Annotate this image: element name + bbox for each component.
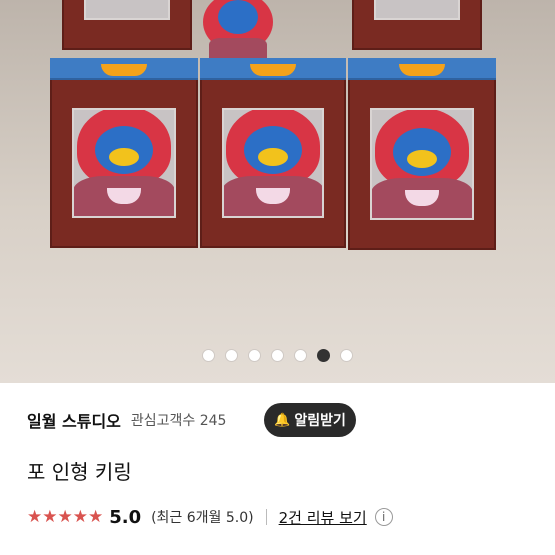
notify-label: 알림받기 bbox=[294, 413, 346, 429]
plush-toy bbox=[224, 110, 322, 216]
product-box bbox=[352, 0, 482, 50]
notify-button[interactable]: 🔔 알림받기 bbox=[264, 403, 356, 437]
follower-count: 관심고객수 245 bbox=[130, 413, 227, 429]
shop-name[interactable]: 일월 스튜디오 bbox=[27, 408, 121, 432]
carousel-dot[interactable] bbox=[271, 349, 284, 362]
product-box bbox=[200, 58, 346, 248]
reviews-link[interactable]: 2건 리뷰 보기 bbox=[279, 507, 367, 528]
carousel-dot[interactable] bbox=[340, 349, 353, 362]
recent-rating: (최근 6개월 5.0) bbox=[151, 510, 254, 526]
carousel-dot[interactable] bbox=[294, 349, 307, 362]
star-rating: ★★★★★ bbox=[27, 507, 104, 527]
carousel-dot[interactable] bbox=[202, 349, 215, 362]
divider bbox=[265, 509, 267, 525]
carousel-dot[interactable] bbox=[248, 349, 261, 362]
product-box bbox=[62, 0, 192, 50]
carousel-dot[interactable] bbox=[317, 349, 330, 362]
product-box bbox=[50, 58, 198, 248]
info-icon[interactable]: i bbox=[374, 508, 393, 526]
carousel-indicator bbox=[0, 349, 555, 362]
product-box bbox=[348, 58, 496, 250]
rating-score: 5.0 bbox=[109, 506, 142, 528]
bell-icon: 🔔 bbox=[274, 412, 291, 428]
product-title: 포 인형 키링 bbox=[27, 460, 132, 484]
rating-row: ★★★★★ 5.0 (최근 6개월 5.0) 2건 리뷰 보기 i bbox=[27, 505, 393, 529]
plush-toy bbox=[372, 110, 472, 218]
carousel-dot[interactable] bbox=[225, 349, 238, 362]
product-image[interactable] bbox=[0, 0, 555, 383]
plush-toy bbox=[74, 110, 174, 216]
